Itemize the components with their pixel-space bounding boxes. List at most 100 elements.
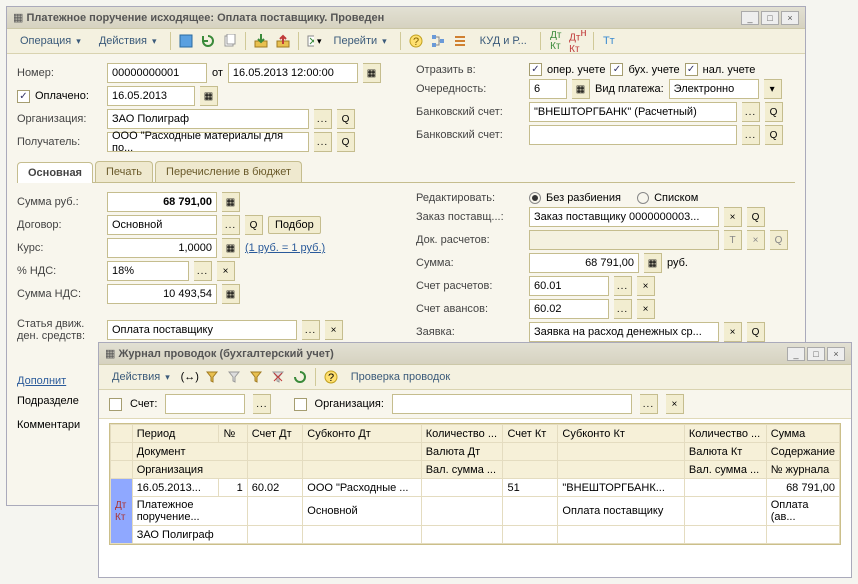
open-icon[interactable]: Q [337, 132, 355, 152]
list-icon[interactable] [451, 32, 469, 50]
order-field[interactable]: Заказ поставщику 0000000003... [529, 207, 719, 227]
acc-filter-checkbox[interactable] [109, 398, 122, 411]
col-curdt[interactable]: Валюта Дт [421, 443, 503, 461]
col-vsumdt[interactable]: Вал. сумма ... [421, 461, 503, 479]
clear-icon[interactable]: × [724, 207, 742, 227]
filter-by-icon[interactable] [247, 368, 265, 386]
goto-menu[interactable]: Перейти [327, 32, 394, 50]
tab-print[interactable]: Печать [95, 161, 153, 182]
select-icon[interactable]: ... [614, 276, 632, 296]
paytype-field[interactable]: Электронно [669, 79, 759, 99]
open-icon[interactable]: Q [245, 215, 263, 235]
nal-uchet-checkbox[interactable]: ✓ [685, 63, 698, 76]
col-qtydt[interactable]: Количество ... [421, 425, 503, 443]
col-skt[interactable]: Субконто Кт [558, 425, 684, 443]
help-icon[interactable]: ? [407, 32, 425, 50]
minimize-icon[interactable]: _ [787, 347, 805, 361]
clear-icon[interactable]: × [724, 322, 742, 342]
paid-checkbox[interactable]: ✓ [17, 90, 30, 103]
select-icon[interactable]: ... [742, 125, 760, 145]
sum2-field[interactable]: 68 791,00 [529, 253, 639, 273]
clear-filter-icon[interactable] [269, 368, 287, 386]
calc-icon[interactable]: ▦ [572, 79, 590, 99]
filter-icon[interactable] [203, 368, 221, 386]
clear-icon[interactable]: × [666, 394, 684, 414]
tab-budget[interactable]: Перечисление в бюджет [155, 161, 302, 182]
calc-icon[interactable]: ▦ [222, 284, 240, 304]
select-icon[interactable]: ... [614, 299, 632, 319]
select-icon[interactable]: ... [253, 394, 271, 414]
acc-filter-field[interactable] [165, 394, 245, 414]
close-icon[interactable]: × [781, 11, 799, 25]
select-icon[interactable]: ... [742, 102, 760, 122]
select-icon[interactable]: ... [194, 261, 212, 281]
date-field[interactable]: 16.05.2013 12:00:00 [228, 63, 358, 83]
col-kt[interactable]: Счет Кт [503, 425, 558, 443]
col-sum[interactable]: Сумма [766, 425, 839, 443]
open-icon[interactable]: Q [337, 109, 355, 129]
accp-field[interactable]: 60.01 [529, 276, 609, 296]
actions-menu[interactable]: Действия [92, 32, 164, 50]
pick-button[interactable]: Подбор [268, 216, 321, 234]
col-curkt[interactable]: Валюта Кт [684, 443, 766, 461]
select-icon[interactable]: ... [314, 132, 332, 152]
post-icon[interactable] [252, 32, 270, 50]
org-field[interactable]: ЗАО Полиграф [107, 109, 309, 129]
req-field[interactable]: Заявка на расход денежных ср... [529, 322, 719, 342]
tt-icon[interactable]: Тт [600, 32, 618, 50]
tab-main[interactable]: Основная [17, 162, 93, 183]
open-icon[interactable]: Q [765, 125, 783, 145]
table-row[interactable]: Платежное поручение... Основной Оплата п… [111, 497, 840, 526]
filter-off-icon[interactable] [225, 368, 243, 386]
refresh-icon[interactable] [291, 368, 309, 386]
flow-field[interactable]: Оплата поставщику [107, 320, 297, 340]
col-doc[interactable]: Документ [132, 443, 247, 461]
col-period[interactable]: Период [132, 425, 219, 443]
priority-field[interactable]: 6 [529, 79, 567, 99]
col-dt[interactable]: Счет Дт [247, 425, 303, 443]
actions-menu[interactable]: Действия [105, 368, 177, 386]
bu-uchet-checkbox[interactable]: ✓ [610, 63, 623, 76]
calendar-icon[interactable]: ▦ [200, 86, 218, 106]
clear-icon[interactable]: × [217, 261, 235, 281]
close-icon[interactable]: × [827, 347, 845, 361]
open-icon[interactable]: Q [765, 102, 783, 122]
select-icon[interactable]: ... [302, 320, 320, 340]
dropdown-icon[interactable]: ▾ [764, 79, 782, 99]
col-sdt[interactable]: Субконто Дт [303, 425, 421, 443]
org-filter-field[interactable] [392, 394, 632, 414]
entries-grid[interactable]: Период № Счет Дт Субконто Дт Количество … [109, 423, 841, 545]
bank1-field[interactable]: "ВНЕШТОРГБАНК" (Расчетный) [529, 102, 737, 122]
contract-field[interactable]: Основной [107, 215, 217, 235]
select-icon[interactable]: ... [640, 394, 658, 414]
table-row[interactable]: ДтКт 16.05.2013... 1 60.02 ООО "Расходны… [111, 479, 840, 497]
help-icon[interactable]: ? [322, 368, 340, 386]
maximize-icon[interactable]: □ [807, 347, 825, 361]
check-entries-button[interactable]: Проверка проводок [344, 368, 457, 386]
dtkt-green-icon[interactable]: ДтКт [547, 32, 565, 50]
col-vsumkt[interactable]: Вал. сумма ... [684, 461, 766, 479]
operation-menu[interactable]: Операция [13, 32, 88, 50]
calc-icon[interactable]: ▦ [644, 253, 662, 273]
minimize-icon[interactable]: _ [741, 11, 759, 25]
rate-hint[interactable]: (1 руб. = 1 руб.) [245, 242, 325, 254]
col-qtykt[interactable]: Количество ... [684, 425, 766, 443]
edit-nosplit-radio[interactable] [529, 192, 541, 204]
org-filter-checkbox[interactable] [294, 398, 307, 411]
bank2-field[interactable] [529, 125, 737, 145]
number-field[interactable]: 00000000001 [107, 63, 207, 83]
table-row[interactable]: ЗАО Полиграф [111, 526, 840, 544]
unpost-icon[interactable] [274, 32, 292, 50]
edit-list-radio[interactable] [637, 192, 649, 204]
save-icon[interactable] [177, 32, 195, 50]
kud-button[interactable]: КУД и Р... [473, 32, 534, 50]
open-icon[interactable]: Q [747, 207, 765, 227]
refresh-icon[interactable] [199, 32, 217, 50]
col-cont[interactable]: Содержание [766, 443, 839, 461]
rate-field[interactable]: 1,0000 [107, 238, 217, 258]
struct-icon[interactable] [429, 32, 447, 50]
col-org[interactable]: Организация [132, 461, 247, 479]
paid-date-field[interactable]: 16.05.2013 [107, 86, 195, 106]
dtkt-red-icon[interactable]: ДтнКт [569, 32, 587, 50]
vatp-field[interactable]: 18% [107, 261, 189, 281]
